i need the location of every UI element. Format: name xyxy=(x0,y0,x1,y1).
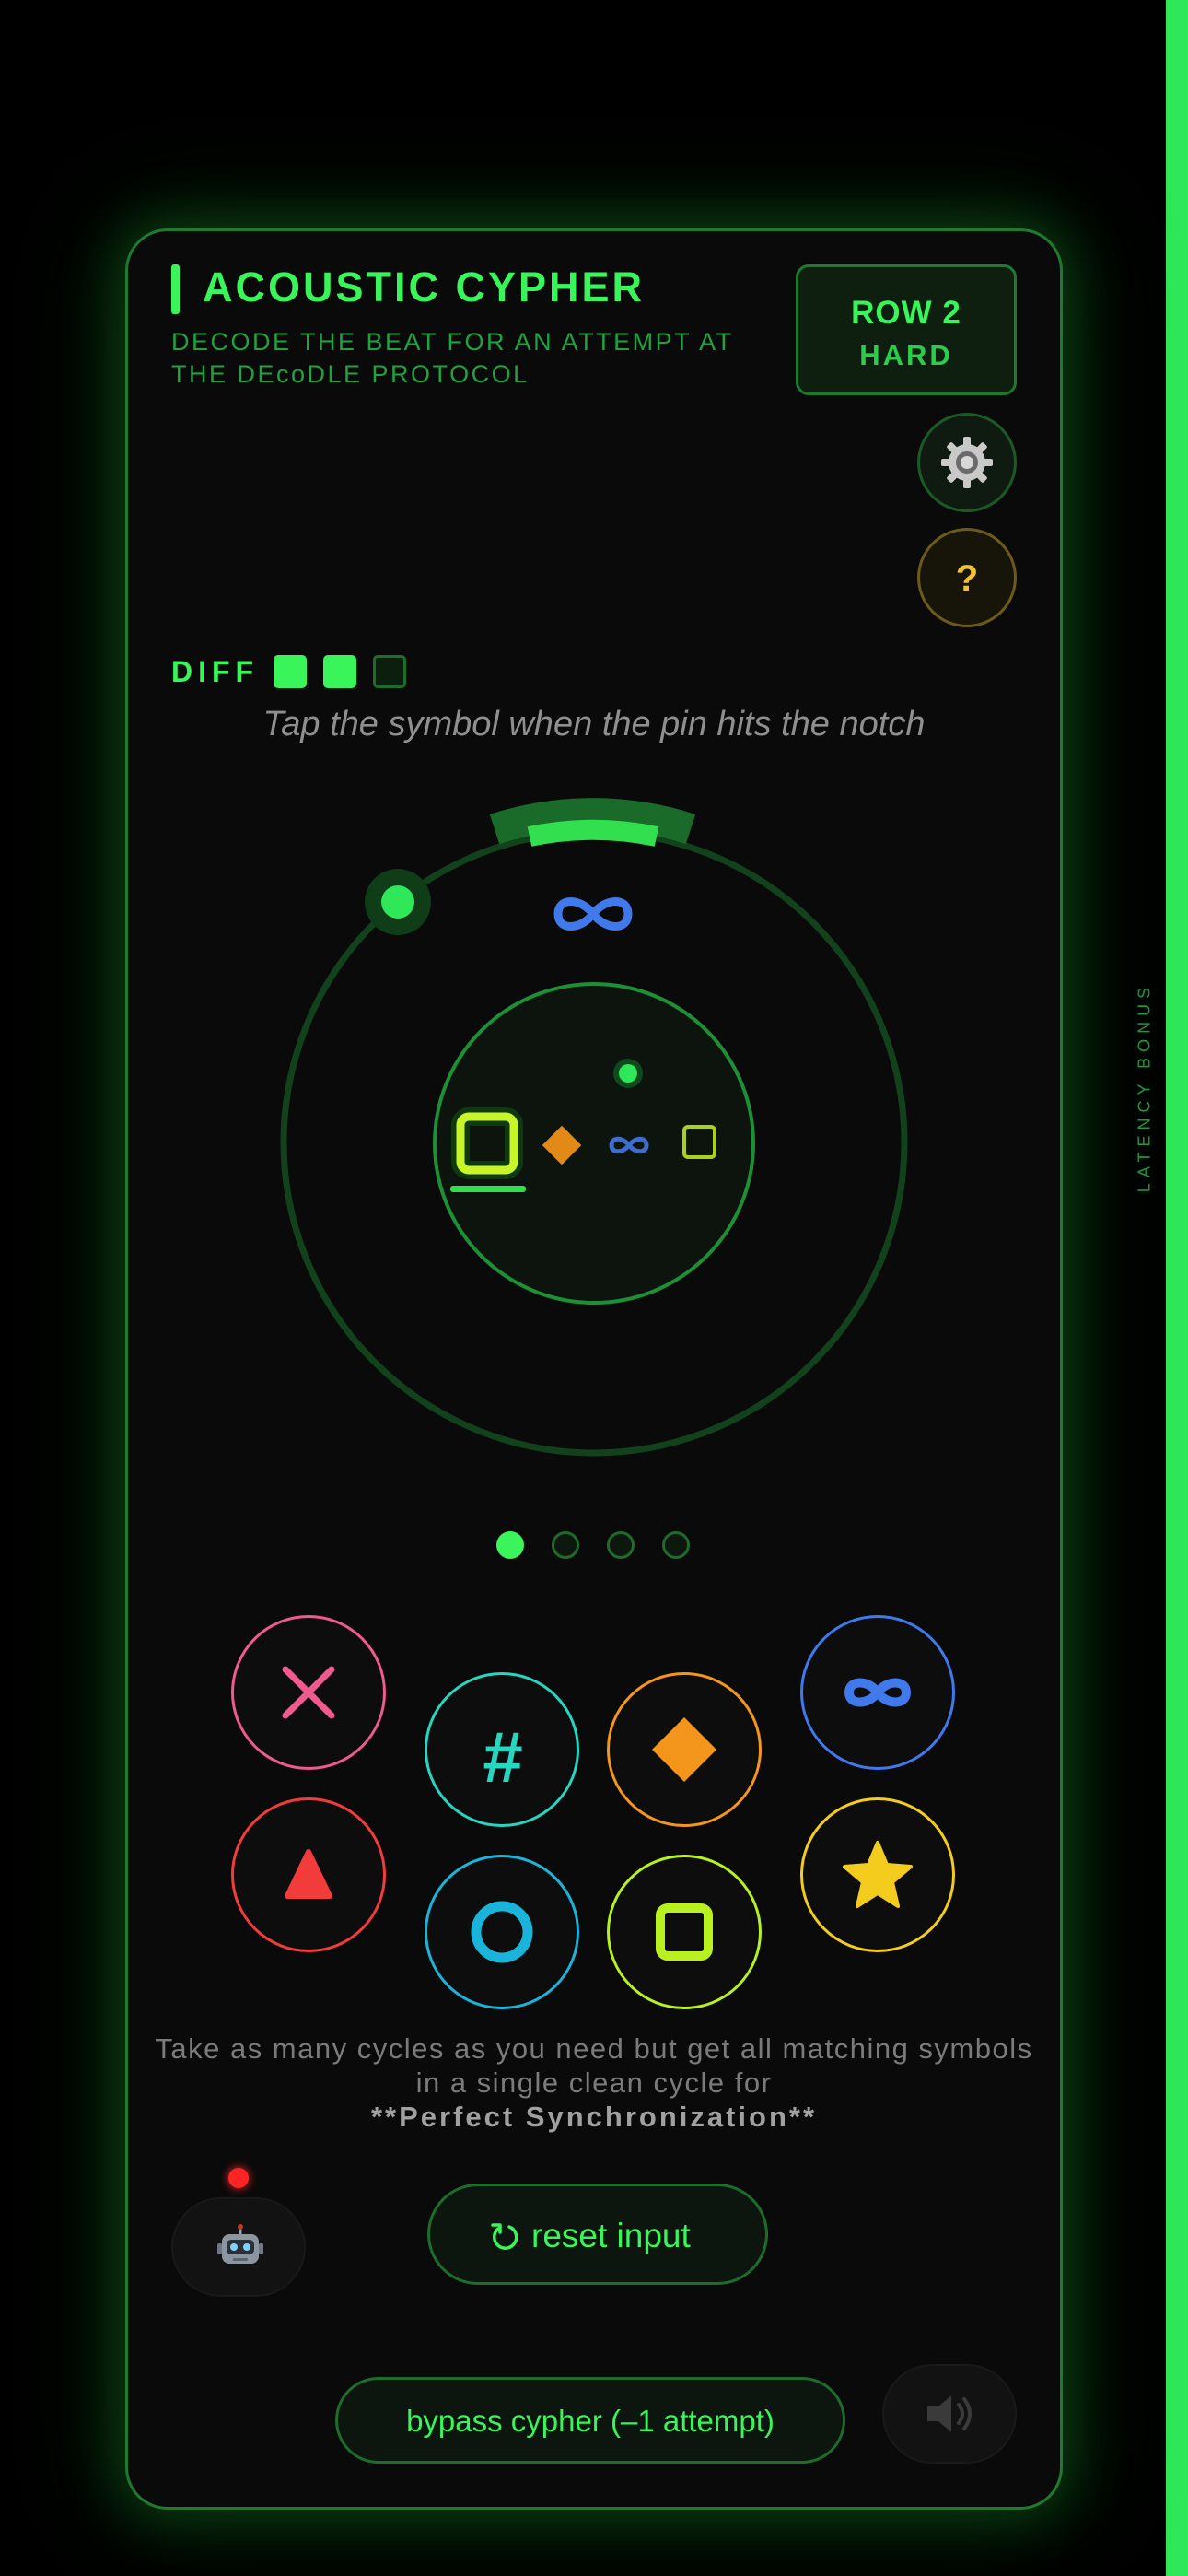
robot-icon xyxy=(217,2224,263,2264)
progress-dot-2 xyxy=(552,1531,579,1559)
infinity-button[interactable] xyxy=(800,1615,955,1770)
target-infinity-icon xyxy=(553,897,633,931)
reset-input-button[interactable]: reset input xyxy=(427,2184,768,2285)
star-icon xyxy=(843,1841,913,1908)
moving-pin xyxy=(365,869,431,935)
x-icon xyxy=(282,1666,335,1719)
bypass-cypher-button[interactable]: bypass cypher (–1 attempt) xyxy=(335,2377,845,2464)
bot-button[interactable] xyxy=(171,2197,306,2297)
hash-button[interactable]: # xyxy=(425,1672,579,1827)
reset-input-label: reset input xyxy=(531,2217,691,2254)
timing-notch xyxy=(527,819,659,847)
star-button[interactable] xyxy=(800,1797,955,1952)
infinity-icon xyxy=(844,1678,912,1707)
progress-dot-1 xyxy=(496,1531,524,1559)
hint-text: Take as many cycles as you need but get … xyxy=(138,2032,1050,2134)
square-button[interactable] xyxy=(607,1855,762,2009)
reset-icon xyxy=(491,2223,518,2250)
square-icon xyxy=(656,1903,713,1961)
bypass-cypher-label: bypass cypher (–1 attempt) xyxy=(406,2404,775,2438)
hint-body: Take as many cycles as you need but get … xyxy=(155,2032,1033,2099)
speaker-icon xyxy=(927,2395,972,2432)
circle-icon xyxy=(471,1901,533,1963)
progress-dot-3 xyxy=(607,1531,635,1559)
circle-button[interactable] xyxy=(425,1855,579,2009)
bot-status-light xyxy=(228,2168,249,2188)
diamond-button[interactable] xyxy=(607,1672,762,1827)
diamond-icon xyxy=(652,1717,716,1782)
triangle-icon xyxy=(285,1849,332,1899)
sound-button[interactable] xyxy=(882,2364,1017,2464)
inner-ring xyxy=(433,982,755,1305)
rhythm-dial xyxy=(280,798,908,1457)
sequence-marker xyxy=(613,1059,643,1088)
x-button[interactable] xyxy=(231,1615,386,1770)
progress-dot-4 xyxy=(662,1531,690,1559)
triangle-button[interactable] xyxy=(231,1797,386,1952)
hint-emphasis: **Perfect Synchronization** xyxy=(370,2101,818,2133)
hash-icon: # xyxy=(482,1716,522,1797)
